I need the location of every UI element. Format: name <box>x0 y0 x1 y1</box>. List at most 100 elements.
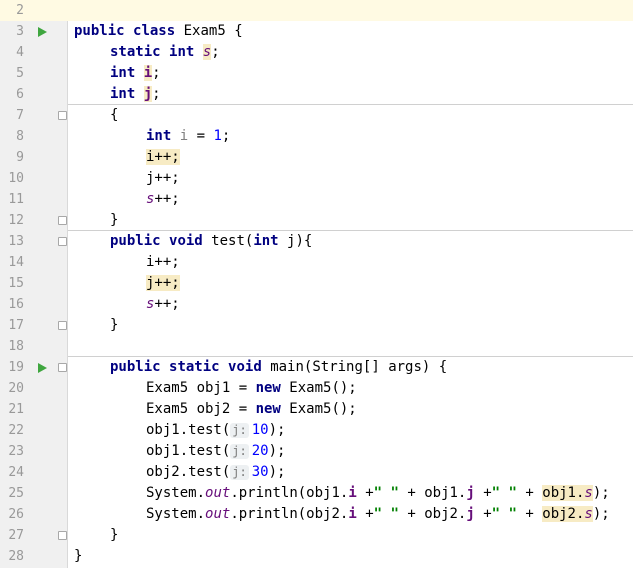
fold-icon[interactable] <box>58 321 67 330</box>
string-literal: " " <box>373 485 399 501</box>
println-call: .println( <box>230 506 307 522</box>
keyword: new <box>255 380 281 396</box>
code-line[interactable]: 17 } <box>0 315 633 336</box>
code-line[interactable]: 2 <box>0 0 633 21</box>
semicolon: ; <box>152 86 161 102</box>
field-i: i <box>348 485 357 501</box>
run-class-icon[interactable] <box>38 27 47 37</box>
code-line[interactable]: 8 int i = 1; <box>0 126 633 147</box>
line-number: 6 <box>16 87 24 102</box>
code-line[interactable]: 5 int i; <box>0 63 633 84</box>
call-end: ); <box>592 485 610 501</box>
string-literal: " " <box>491 485 517 501</box>
fold-icon[interactable] <box>58 216 67 225</box>
line-number: 25 <box>8 486 24 501</box>
parameter-hint: j: <box>230 423 249 438</box>
plus: + <box>525 506 543 522</box>
line-number: 17 <box>8 318 24 333</box>
code-line[interactable]: 23 obj1.test(j: 20); <box>0 441 633 462</box>
code-line[interactable]: 21 Exam5 obj2 = new Exam5(); <box>0 399 633 420</box>
call-suffix: ); <box>268 464 286 480</box>
brace: } <box>110 527 119 543</box>
keyword: class <box>133 23 176 39</box>
fold-icon[interactable] <box>58 363 67 372</box>
code-line[interactable]: 7 { <box>0 105 633 126</box>
code-line[interactable]: 9 i++; <box>0 147 633 168</box>
static-field-out: out <box>205 485 231 501</box>
static-field-s: s <box>202 44 212 60</box>
line-number: 24 <box>8 465 24 480</box>
constructor-call: Exam5(); <box>280 401 357 417</box>
call-end: ); <box>592 506 610 522</box>
method-name: test( <box>211 233 254 249</box>
static-field-out: out <box>205 506 231 522</box>
println-call: .println( <box>230 485 307 501</box>
local-variable-i: i <box>179 128 189 144</box>
method-signature: main(String[] args) { <box>270 359 448 375</box>
fold-icon[interactable] <box>58 111 67 120</box>
code-line[interactable]: 24 obj2.test(j: 30); <box>0 462 633 483</box>
line-number: 9 <box>16 150 24 165</box>
code-line[interactable]: 16 s++; <box>0 294 633 315</box>
call-suffix: ); <box>268 422 286 438</box>
run-main-icon[interactable] <box>38 363 47 373</box>
code-line[interactable]: 26 System.out.println(obj2.i +" " + obj2… <box>0 504 633 525</box>
line-number: 23 <box>8 444 24 459</box>
semicolon: ; <box>211 44 220 60</box>
code-editor[interactable]: 2 3 public class Exam5 { 4 static int s;… <box>0 0 633 568</box>
code-line[interactable]: 19 public static void main(String[] args… <box>0 357 633 378</box>
line-number: 5 <box>16 66 24 81</box>
line-number: 26 <box>8 507 24 522</box>
number-literal: 20 <box>251 443 269 459</box>
line-number: 7 <box>16 108 24 123</box>
code-line[interactable]: 28 } <box>0 546 633 567</box>
number-literal: 30 <box>251 464 269 480</box>
code-line[interactable]: 3 public class Exam5 { <box>0 21 633 42</box>
line-number: 20 <box>8 381 24 396</box>
code-line[interactable]: 22 obj1.test(j: 10); <box>0 420 633 441</box>
code-line[interactable]: 4 static int s; <box>0 42 633 63</box>
code-line[interactable]: 11 s++; <box>0 189 633 210</box>
semicolon: ; <box>221 128 231 144</box>
brace: } <box>74 548 83 564</box>
code-line[interactable]: 20 Exam5 obj1 = new Exam5(); <box>0 378 633 399</box>
parameter-hint: j: <box>230 465 249 480</box>
code-line[interactable]: 18 <box>0 336 633 357</box>
constructor-call: Exam5(); <box>280 380 357 396</box>
line-number: 8 <box>16 129 24 144</box>
code-line[interactable]: 27 } <box>0 525 633 546</box>
line-number: 28 <box>8 549 24 564</box>
line-number: 3 <box>16 24 24 39</box>
keyword: static <box>110 44 161 60</box>
fold-icon[interactable] <box>58 237 67 246</box>
line-number: 21 <box>8 402 24 417</box>
object-ref: obj2. <box>424 506 467 522</box>
object-ref: obj1. <box>424 485 467 501</box>
keyword: new <box>255 401 281 417</box>
code-line[interactable]: 6 int j; <box>0 84 633 105</box>
code-line[interactable]: 12 } <box>0 210 633 231</box>
increment-statement: j++; <box>146 170 180 186</box>
line-number: 13 <box>8 234 24 249</box>
plus: + <box>474 506 492 522</box>
line-number: 12 <box>8 213 24 228</box>
code-line[interactable]: 14 i++; <box>0 252 633 273</box>
object-ref: obj1. <box>306 485 349 501</box>
plus: + <box>356 485 374 501</box>
line-number: 19 <box>8 360 24 375</box>
line-number: 18 <box>8 339 24 354</box>
brace: { <box>110 107 119 123</box>
fold-icon[interactable] <box>58 531 67 540</box>
code-line[interactable]: 10 j++; <box>0 168 633 189</box>
line-number: 27 <box>8 528 24 543</box>
code-line[interactable]: 13 public void test(int j){ <box>0 231 633 252</box>
brace: { <box>225 23 243 39</box>
increment-statement: i++; <box>146 254 180 270</box>
keyword: void <box>169 233 203 249</box>
code-line[interactable]: 15 j++; <box>0 273 633 294</box>
keyword: int <box>253 233 279 249</box>
line-number: 14 <box>8 255 24 270</box>
number-literal: 1 <box>213 128 222 144</box>
field-i: i <box>143 65 153 81</box>
code-line[interactable]: 25 System.out.println(obj1.i +" " + obj1… <box>0 483 633 504</box>
